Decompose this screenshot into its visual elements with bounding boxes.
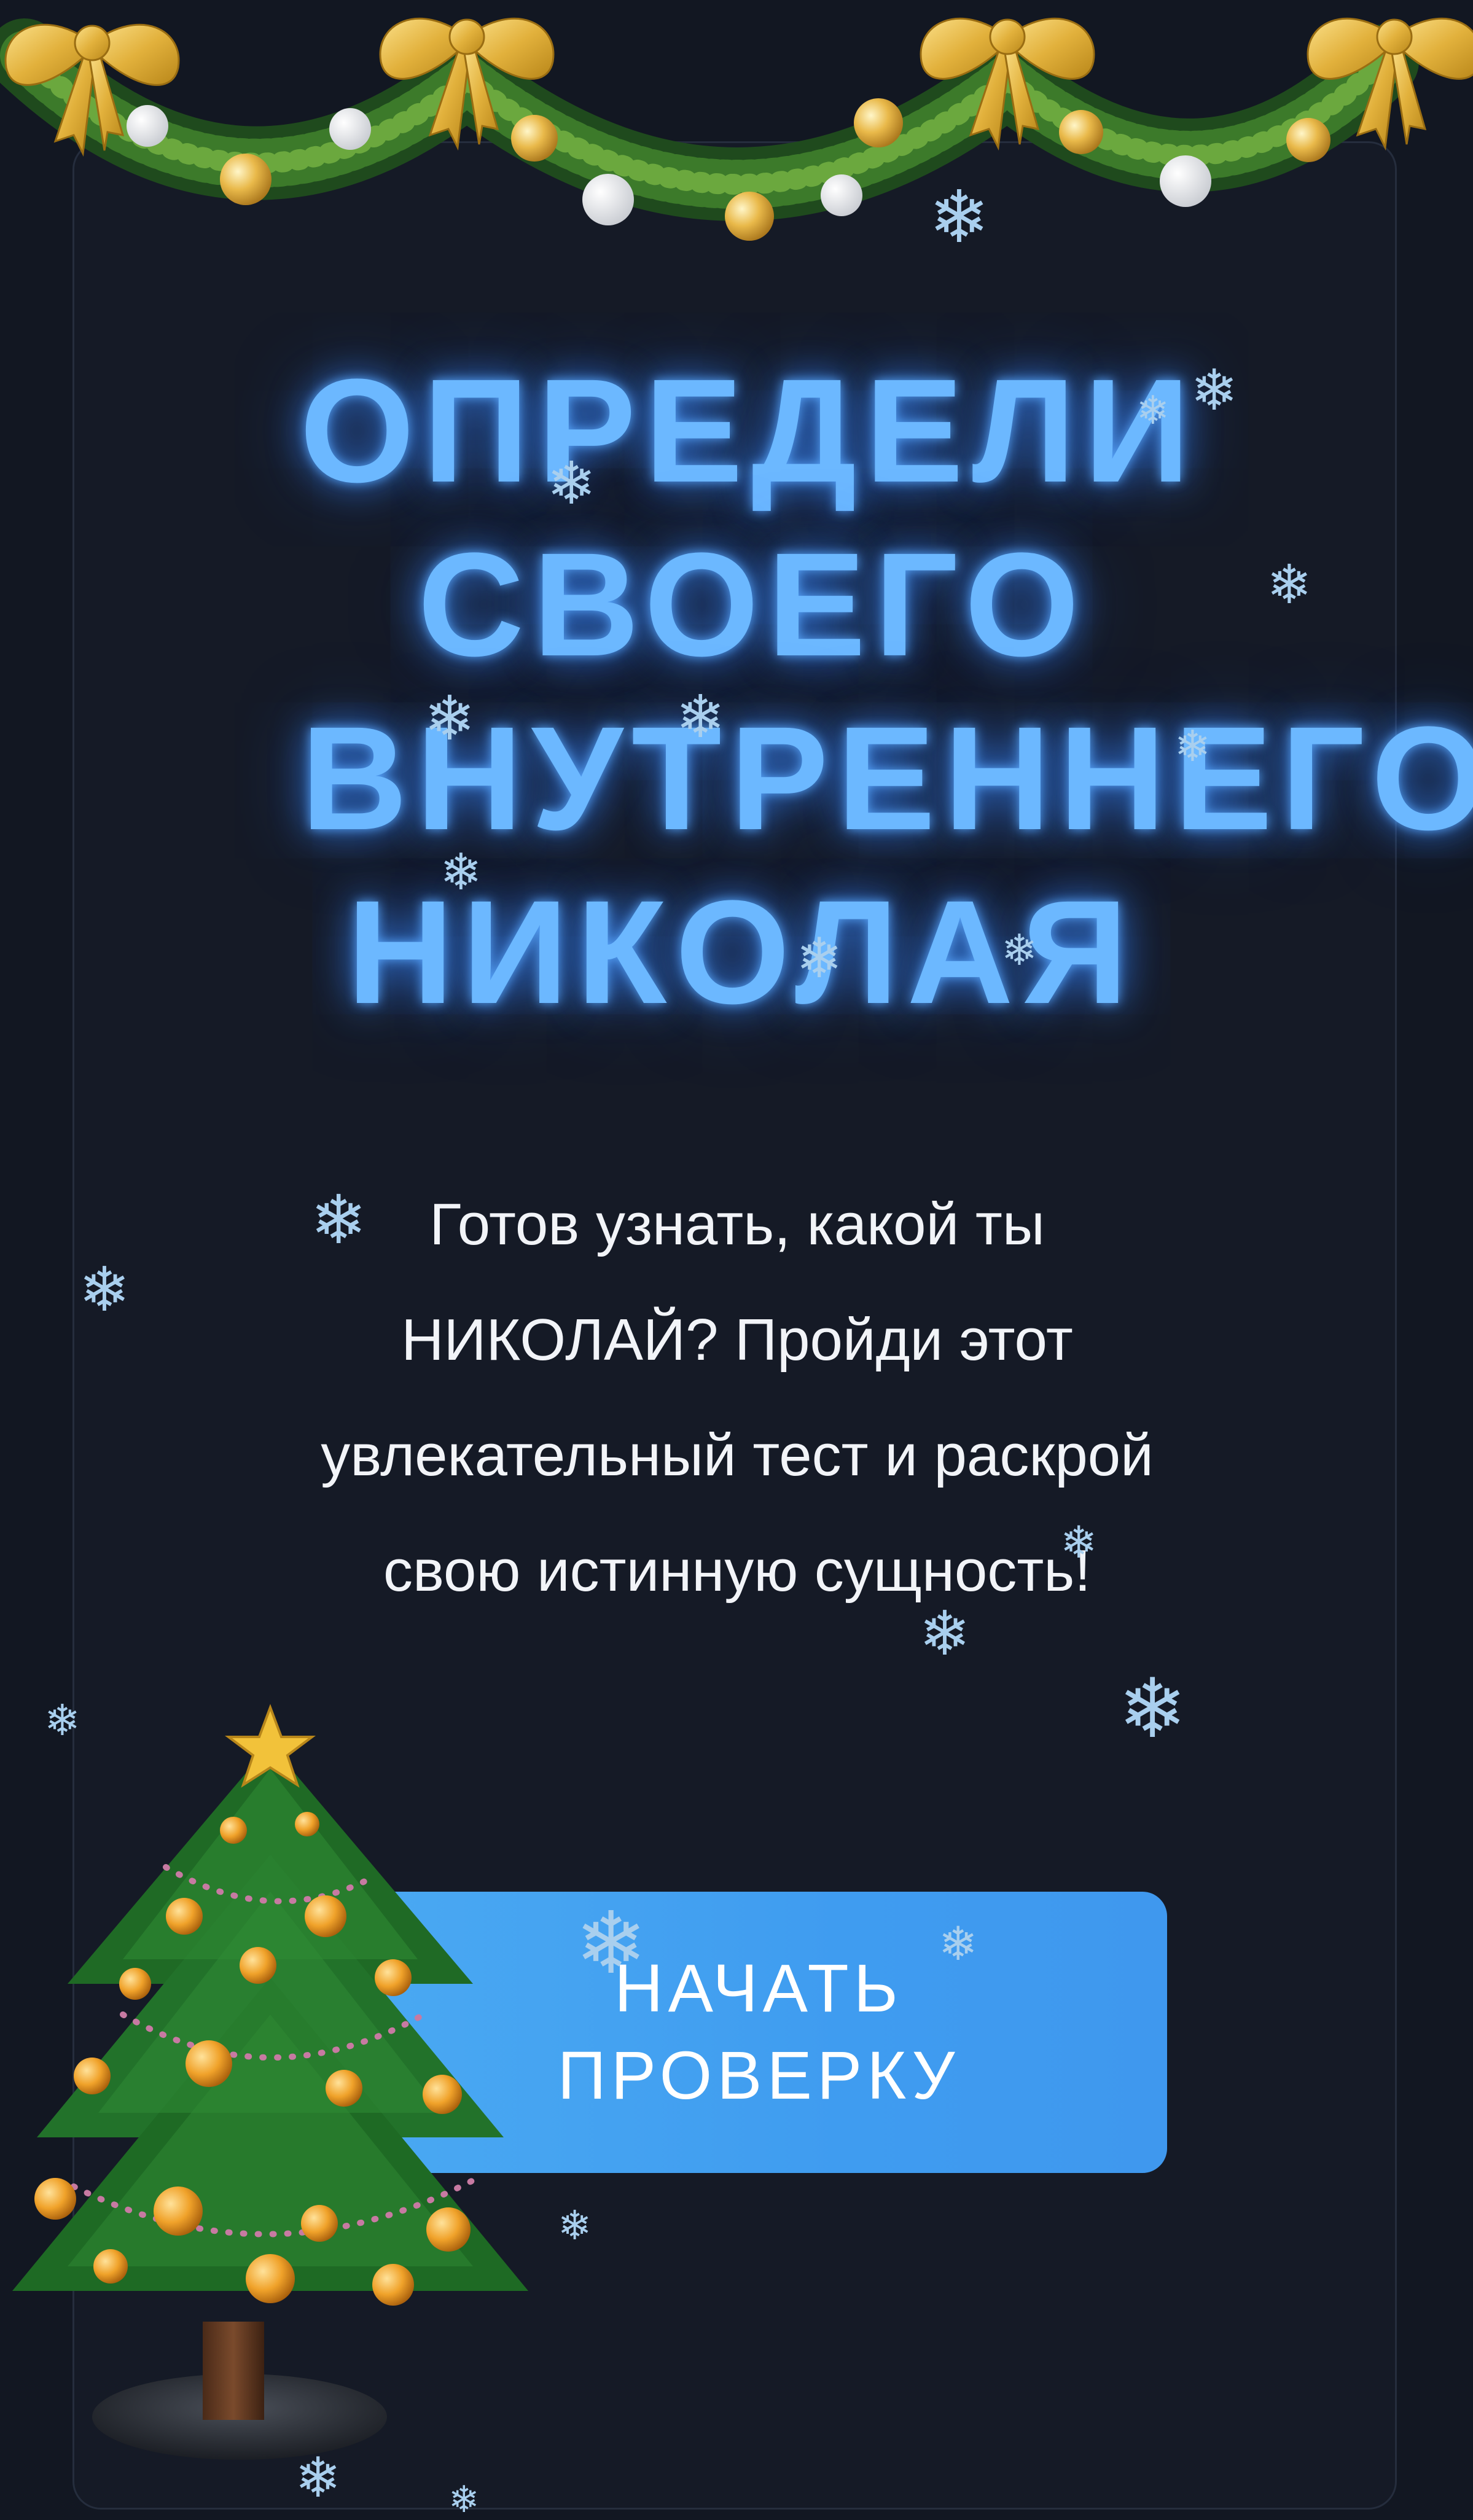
snowflake-icon: ❄ [558,2202,592,2248]
snowflake-icon: ❄ [310,1182,367,1258]
snowflake-icon: ❄ [440,845,482,900]
snowflake-icon: ❄ [448,2479,480,2520]
title-line-1: ОПРЕДЕЛИ [300,348,1199,513]
snowflake-icon: ❄ [1174,722,1211,770]
snowflake-icon: ❄ [1060,1518,1098,1567]
snowflake-icon: ❄ [939,1918,978,1970]
snowflake-icon: ❄ [919,1599,971,1668]
snowflake-icon: ❄ [796,928,843,989]
christmas-tree-icon [12,1704,528,2460]
snowflake-icon: ❄ [1267,554,1312,615]
snowflake-icon: ❄ [929,177,990,258]
snowflake-icon: ❄ [424,684,475,753]
snowflake-icon: ❄ [295,2448,342,2509]
snowflake-icon: ❄ [1001,926,1037,974]
christmas-garland-icon [0,17,1473,241]
snowflake-icon: ❄ [547,451,596,517]
snowflake-icon: ❄ [575,1895,647,1991]
snowflake-icon: ❄ [1118,1663,1187,1755]
snowflake-icon: ❄ [79,1255,130,1324]
snowflake-icon: ❄ [676,684,725,750]
snowflake-icon: ❄ [44,1696,80,1744]
snowflake-icon: ❄ [1190,359,1238,422]
snowflake-icon: ❄ [1136,388,1170,432]
title-line-2: СВОЕГО [418,522,1088,687]
title-line-3: ВНУТРЕННЕГО [301,696,1473,860]
